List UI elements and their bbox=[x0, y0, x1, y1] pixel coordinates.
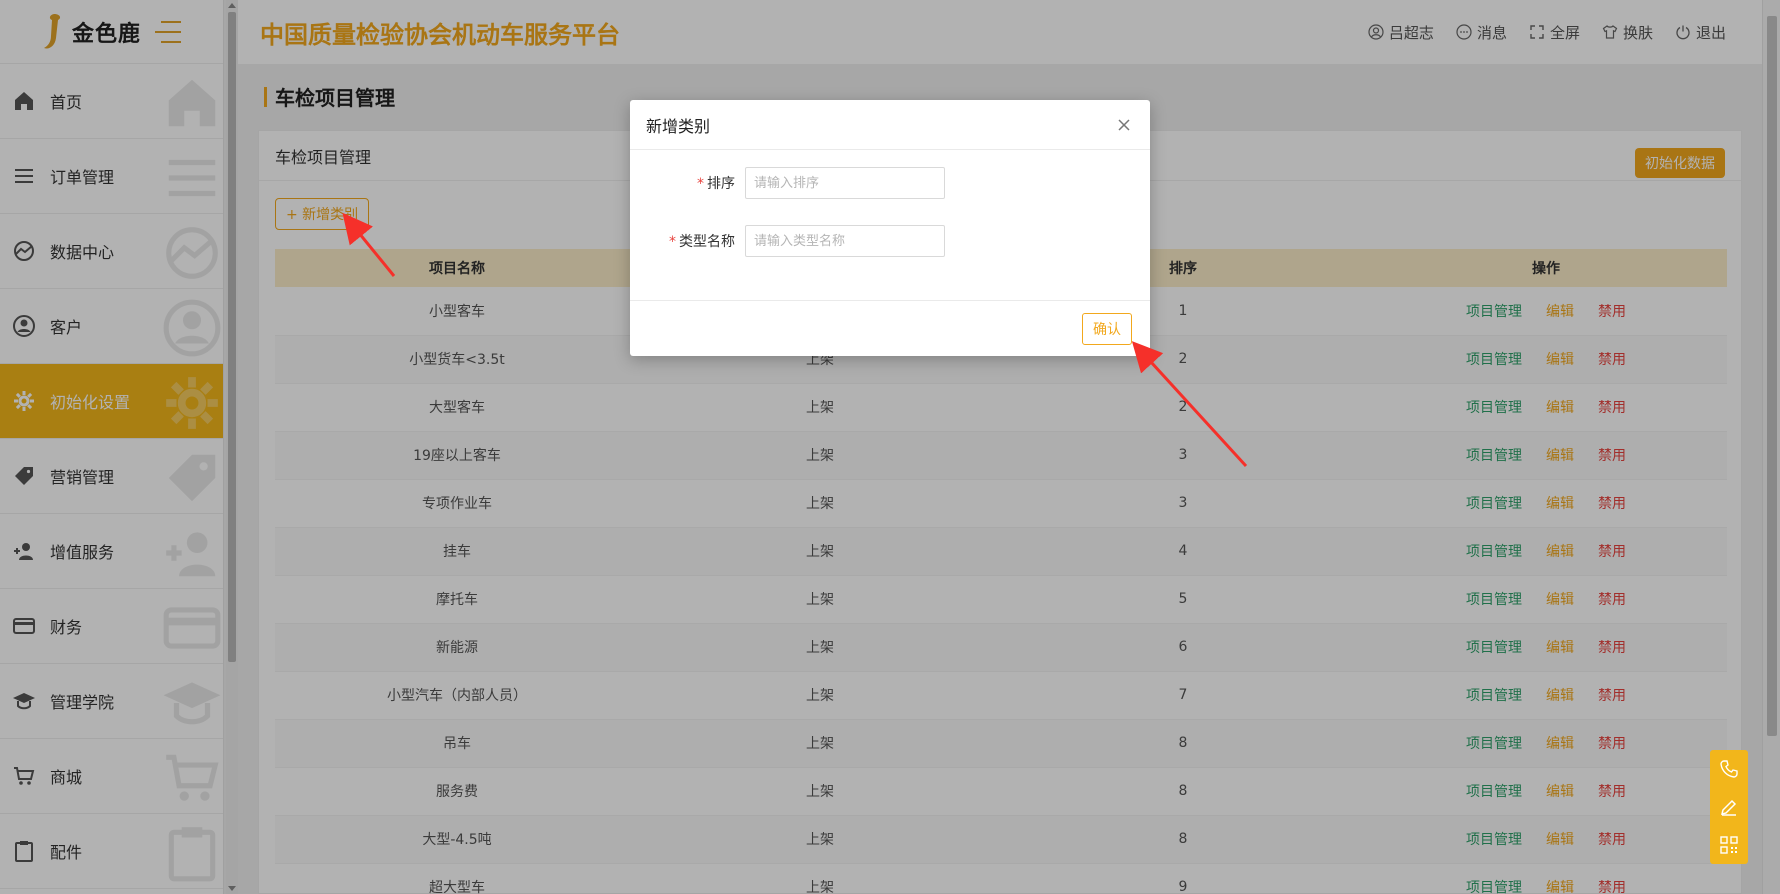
type-name-input[interactable] bbox=[745, 225, 945, 257]
add-category-dialog: 新增类别 *排序 *类型名称 确认 bbox=[630, 100, 1150, 356]
confirm-button[interactable]: 确认 bbox=[1082, 312, 1132, 345]
form-row-sort: * 排序 bbox=[630, 167, 945, 199]
phone-icon[interactable] bbox=[1719, 759, 1739, 779]
type-name-field-label: * 类型名称 bbox=[669, 234, 735, 250]
floating-toolbar bbox=[1710, 750, 1748, 864]
dialog-header: 新增类别 bbox=[630, 100, 1150, 150]
dialog-title: 新增类别 bbox=[646, 116, 711, 136]
dialog-footer: 确认 bbox=[630, 300, 1150, 356]
close-icon[interactable] bbox=[1114, 115, 1134, 135]
edit-icon[interactable] bbox=[1719, 797, 1739, 817]
sort-field-label: * 排序 bbox=[697, 176, 735, 192]
form-row-type-name: * 类型名称 bbox=[630, 225, 945, 257]
sort-input[interactable] bbox=[745, 167, 945, 199]
qrcode-icon[interactable] bbox=[1719, 835, 1739, 855]
